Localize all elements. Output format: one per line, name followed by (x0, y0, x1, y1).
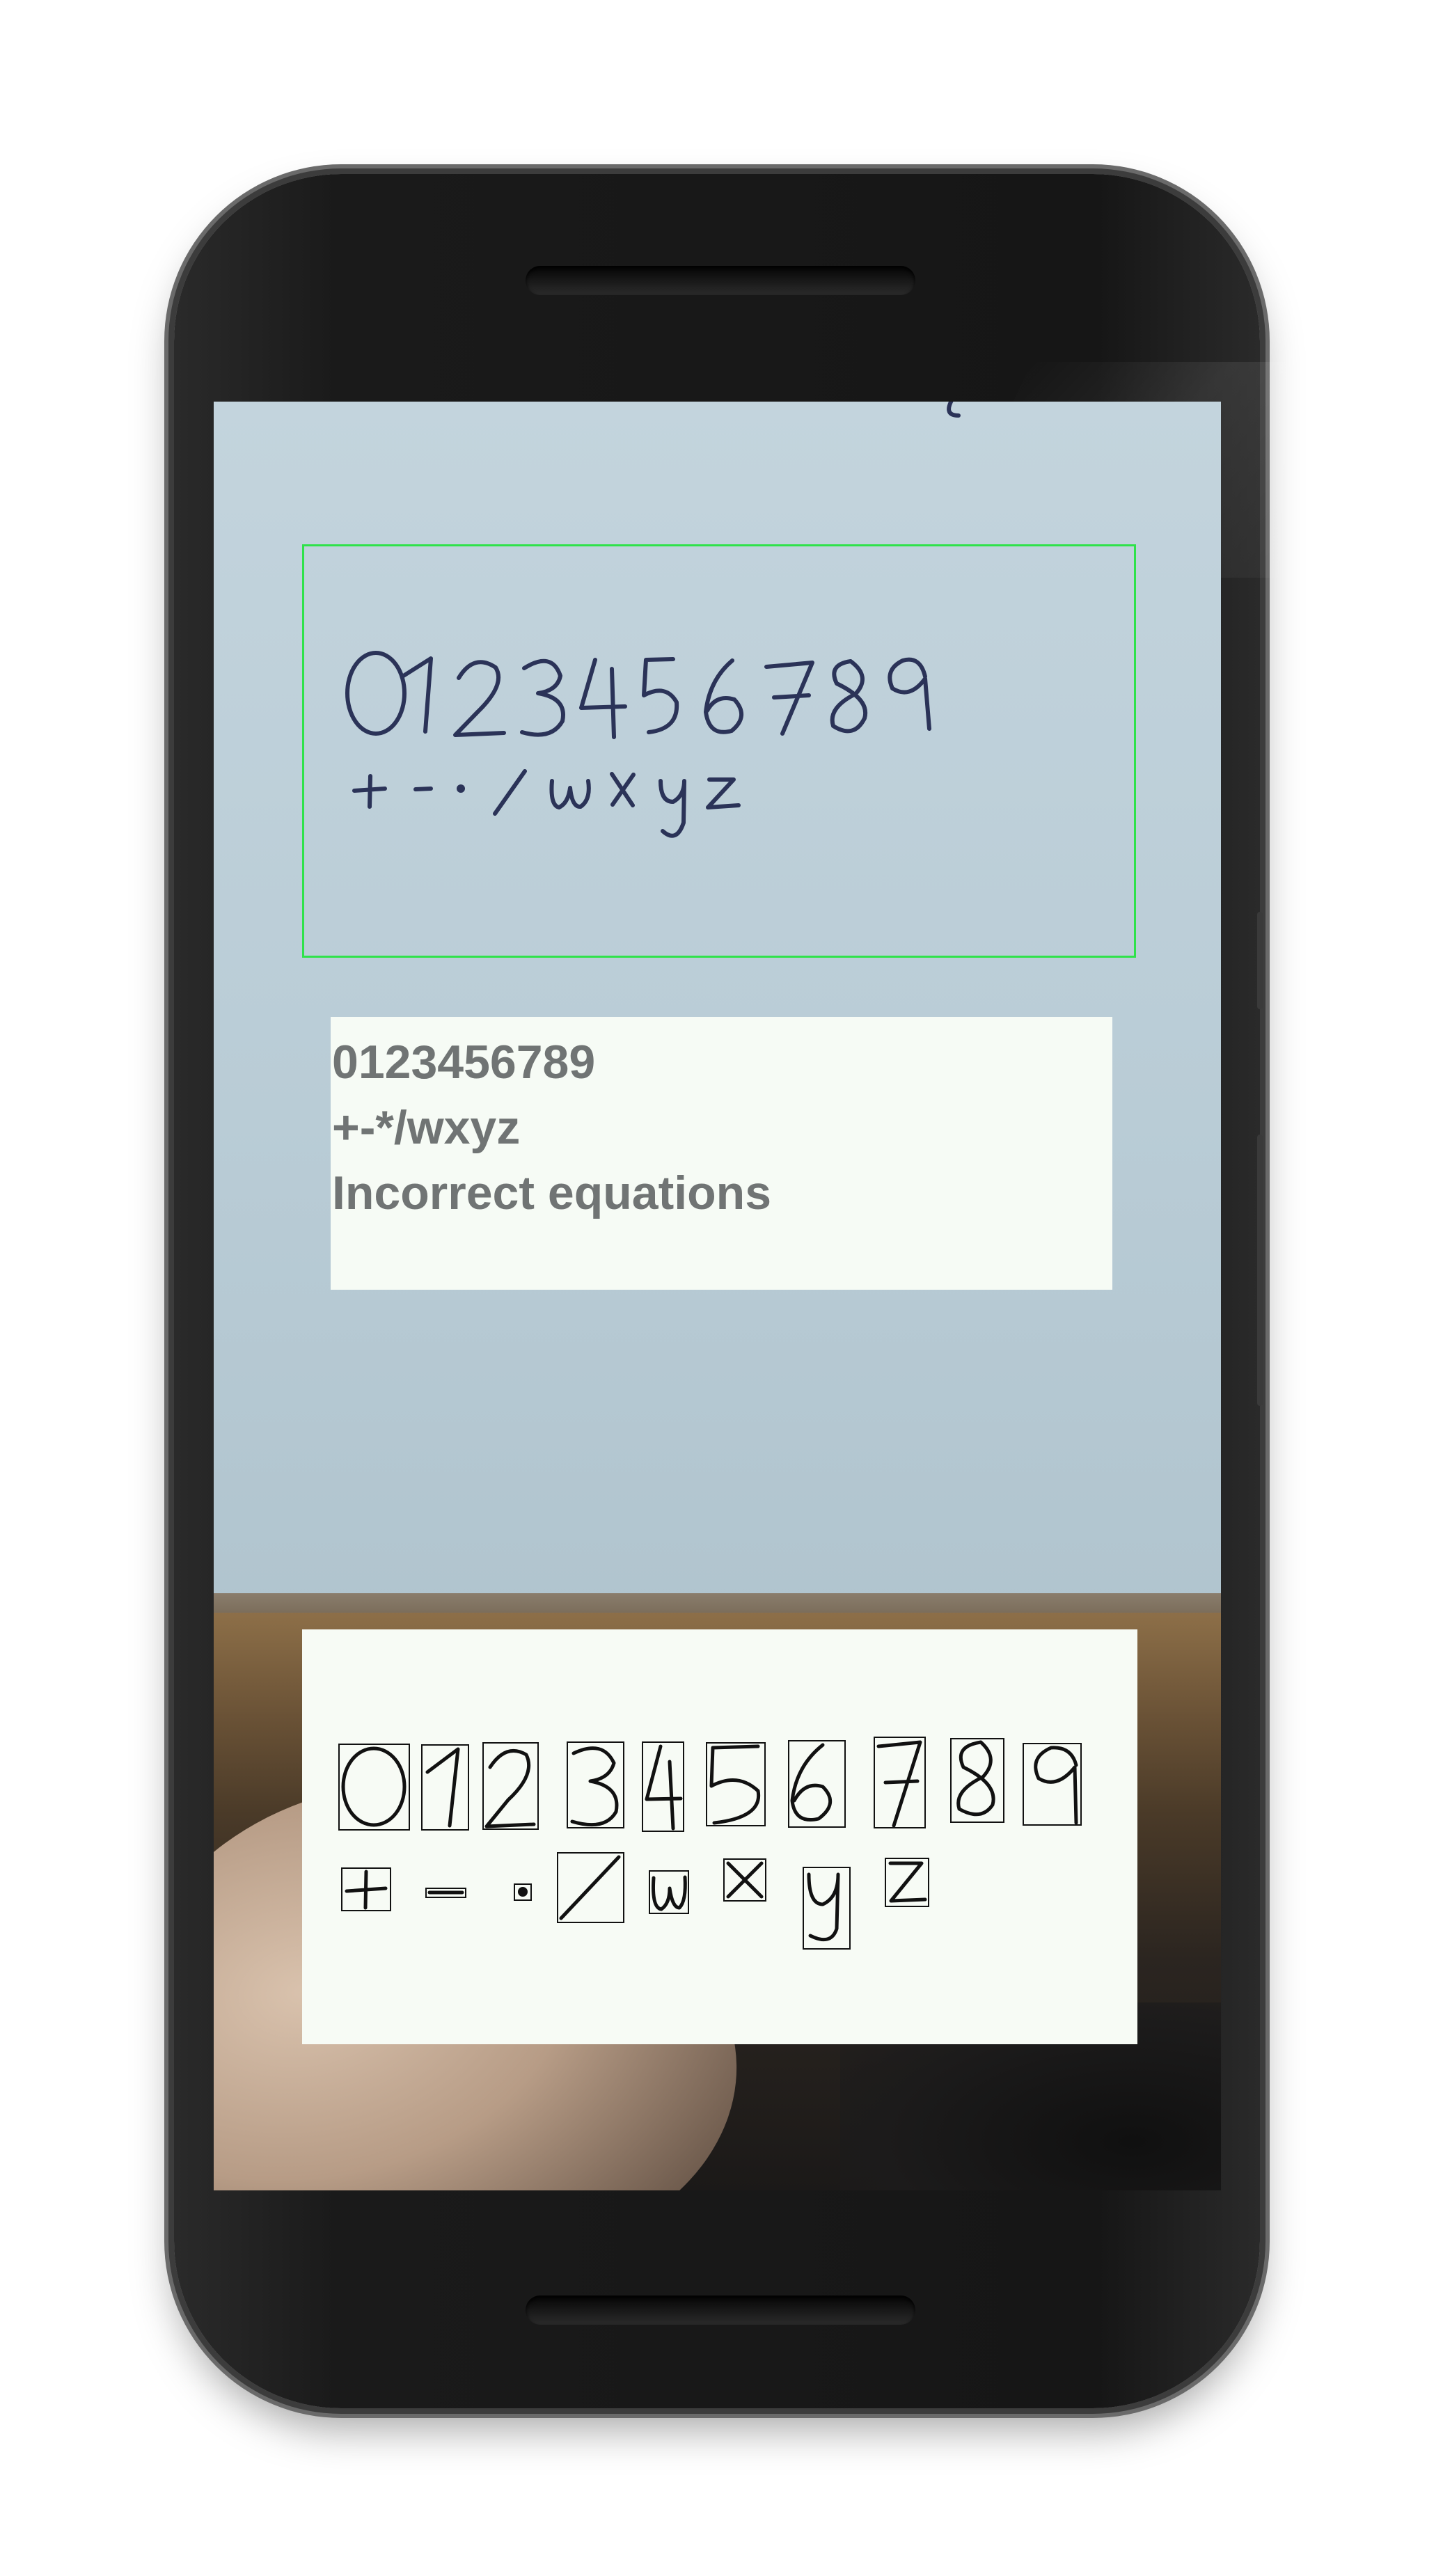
char-box-0 (338, 1744, 410, 1831)
camera-screen[interactable]: 0123456789 +-*/wxyz Incorrect equations (214, 402, 1221, 2190)
result-line-status: Incorrect equations (332, 1167, 772, 1219)
detection-box (302, 544, 1136, 958)
top-speaker (526, 266, 915, 295)
result-line-digits: 0123456789 (332, 1036, 596, 1089)
recognition-result-panel: 0123456789 +-*/wxyz Incorrect equations (331, 1017, 1112, 1290)
partial-ink-mark (947, 402, 961, 418)
char-box-2 (482, 1742, 539, 1830)
segmented-characters (338, 1737, 1082, 1950)
volume-rocker (1257, 1135, 1263, 1406)
bottom-speaker (526, 2296, 915, 2325)
power-button (1257, 912, 1263, 1009)
segmentation-panel (302, 1629, 1137, 2044)
result-line-symbols: +-*/wxyz (332, 1101, 521, 1154)
